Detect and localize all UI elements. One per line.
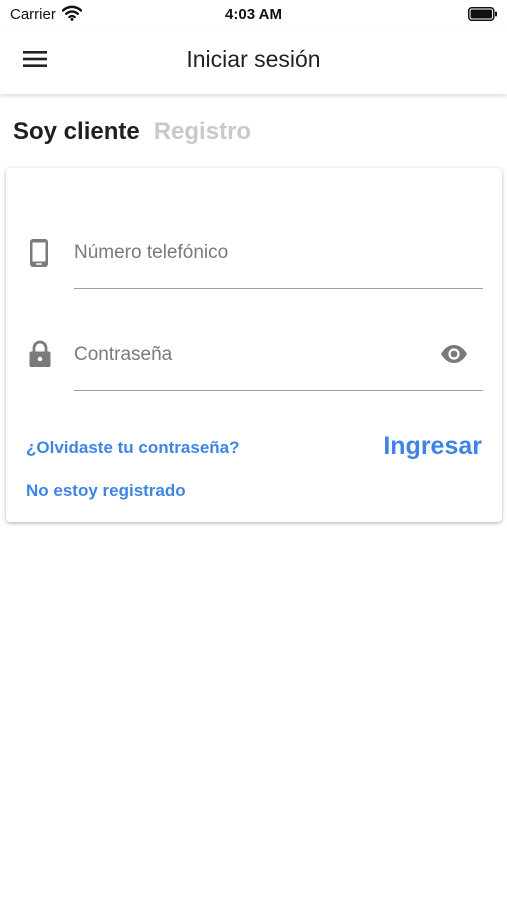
phone-icon <box>28 238 50 273</box>
forgot-password-link[interactable]: ¿Olvidaste tu contraseña? <box>26 438 240 458</box>
app-bar: Iniciar sesión <box>0 28 507 94</box>
tab-soy-cliente[interactable]: Soy cliente <box>13 118 140 146</box>
not-registered-link[interactable]: No estoy registrado <box>26 481 186 501</box>
page-title: Iniciar sesión <box>186 46 321 72</box>
phone-underline <box>74 288 483 289</box>
password-input[interactable]: Contraseña <box>74 344 172 366</box>
auth-tabs: Soy cliente Registro <box>13 118 251 146</box>
login-card: Número telefónico Contraseña ¿Olvidaste … <box>6 168 502 522</box>
password-underline <box>74 390 483 391</box>
lock-icon <box>28 340 52 373</box>
clock-label: 4:03 AM <box>225 6 282 23</box>
tab-registro[interactable]: Registro <box>154 118 251 146</box>
phone-input[interactable]: Número telefónico <box>74 242 228 264</box>
eye-icon[interactable] <box>440 344 468 369</box>
battery-icon <box>468 7 498 26</box>
phone-field[interactable]: Número telefónico <box>6 208 502 298</box>
password-field[interactable]: Contraseña <box>6 310 502 400</box>
status-bar: Carrier 4:03 AM <box>0 0 507 28</box>
login-button[interactable]: Ingresar <box>383 432 482 461</box>
login-screen: Carrier 4:03 AM Iniciar sesión Soy clien… <box>0 0 507 900</box>
